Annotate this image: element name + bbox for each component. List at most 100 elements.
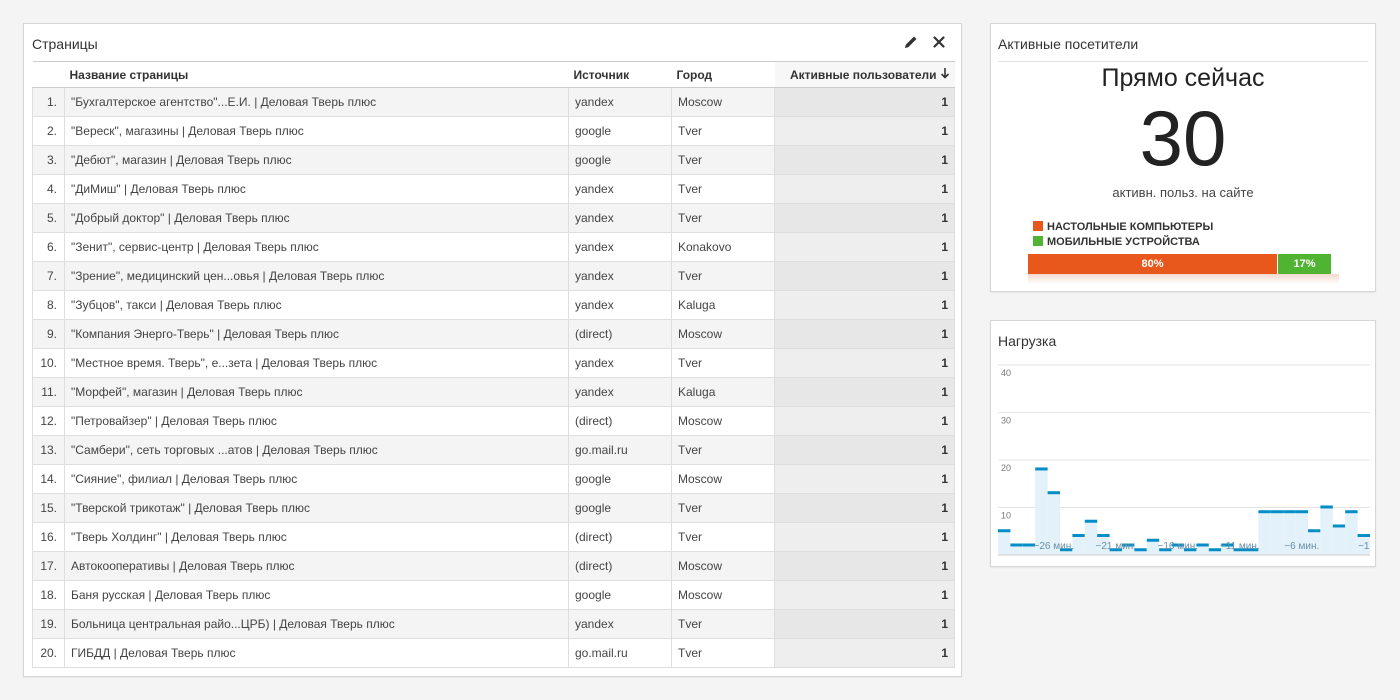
column-header-city[interactable]: Город [671,61,775,88]
page-name-cell[interactable]: Баня русская | Деловая Тверь плюс [64,580,569,610]
table-row[interactable]: 9. "Компания Энерго-Тверь" | Деловая Твер… [32,319,955,349]
legend-item-desktop: НАСТОЛЬНЫЕ КОМПЬЮТЕРЫ [1033,221,1213,233]
source-cell: google [568,493,672,523]
table-row[interactable]: 18. Баня русская | Деловая Тверь плюс goog… [32,580,955,610]
pages-panel-title: Страницы [32,36,98,52]
table-row[interactable]: 14. "Сияние", филиал | Деловая Тверь плюс… [32,464,955,494]
active-users-cell: 1 [774,145,955,175]
source-cell: go.mail.ru [568,435,672,465]
active-users-cell: 1 [774,580,955,610]
column-header-users[interactable]: Активные пользователи [774,61,955,88]
column-header-page[interactable]: Название страницы [64,61,569,88]
city-cell: Tver [671,174,775,204]
table-row[interactable]: 4. "ДиМиш" | Деловая Тверь плюс yandex Tver… [32,174,955,204]
load-bar-cap [1357,533,1370,537]
load-bar-cap [1134,548,1147,552]
close-icon[interactable] [931,34,949,52]
page-name-cell[interactable]: "Бухгалтерское агентство"...Е.И. | Делов… [64,87,569,117]
row-index: 6. [32,232,65,262]
table-row[interactable]: 15. "Тверской трикотаж" | Деловая Тверь п… [32,493,955,523]
table-row[interactable]: 11. "Морфей", магазин | Деловая Тверь плю… [32,377,955,407]
active-users-subtitle: активн. польз. на сайте [1112,185,1254,200]
device-bar-reflection [1028,274,1339,284]
page-name-cell[interactable]: "Добрый доктор" | Деловая Тверь плюс [64,203,569,233]
city-cell: Kaluga [671,377,775,407]
page-name-cell[interactable]: "Петровайзер" | Деловая Тверь плюс [64,406,569,436]
load-title: Нагрузка [998,333,1057,349]
table-row[interactable]: 13. "Самбери", сеть торговых ...атов | Де… [32,435,955,465]
active-users-cell: 1 [774,522,955,552]
city-cell: Tver [671,116,775,146]
active-users-cell: 1 [774,87,955,117]
table-row[interactable]: 6. "Зенит", сервис-центр | Деловая Тверь … [32,232,955,262]
load-bar-cap [1308,529,1321,533]
row-index: 9. [32,319,65,349]
active-users-count: 30 [1139,94,1227,182]
table-row[interactable]: 2. "Вереск", магазины | Деловая Тверь плю… [32,116,955,146]
active-users-cell: 1 [774,609,955,639]
table-row[interactable]: 16. "Тверь Холдинг" | Деловая Тверь плюс(… [32,522,955,552]
source-cell: yandex [568,609,672,639]
active-users-cell: 1 [774,203,955,233]
page-name-cell[interactable]: "Зенит", сервис-центр | Деловая Тверь пл… [64,232,569,262]
table-row[interactable]: 10. "Местное время. Тверь", е...зета | Де… [32,348,955,378]
pages-panel: Страницы Название страницы Источник Горо… [23,23,962,677]
page-name-cell[interactable]: "Тверь Холдинг" | Деловая Тверь плюс [64,522,569,552]
page-name-cell[interactable]: Больница центральная райо...ЦРБ) | Делов… [64,609,569,639]
page-name-cell[interactable]: "Зрение", медицинский цен...овья | Делов… [64,261,569,291]
source-cell: (direct) [568,406,672,436]
city-cell: Tver [671,261,775,291]
load-bar-cap [1196,543,1209,547]
row-index: 8. [32,290,65,320]
page-name-cell[interactable]: "Местное время. Тверь", е...зета | Делов… [64,348,569,378]
page-name-cell[interactable]: "Дебют", магазин | Деловая Тверь плюс [64,145,569,175]
source-cell: yandex [568,232,672,262]
source-cell: yandex [568,87,672,117]
legend-label-mobile: МОБИЛЬНЫЕ УСТРОЙСТВА [1047,236,1200,248]
table-row[interactable]: 17. Автокооперативы | Деловая Тверь плюс(… [32,551,955,581]
row-index: 7. [32,261,65,291]
table-row[interactable]: 19. Больница центральная райо...ЦРБ) | Де… [32,609,955,639]
page-name-cell[interactable]: "Компания Энерго-Тверь" | Деловая Тверь … [64,319,569,349]
column-header-source[interactable]: Источник [568,61,672,88]
city-cell: Kaluga [671,290,775,320]
row-index: 15. [32,493,65,523]
page-name-cell[interactable]: "Тверской трикотаж" | Деловая Тверь плюс [64,493,569,523]
legend-item-mobile: МОБИЛЬНЫЕ УСТРОЙСТВА [1033,236,1200,248]
table-row[interactable]: 20. ГИБДД | Деловая Тверь плюс go.mail.ru T… [32,638,955,668]
table-row[interactable]: 7. "Зрение", медицинский цен...овья | Дел… [32,261,955,291]
table-row[interactable]: 12. "Петровайзер" | Деловая Тверь плюс (di… [32,406,955,436]
page-name-cell[interactable]: ГИБДД | Деловая Тверь плюс [64,638,569,668]
x-tick-label: −26 мин. [1034,541,1075,552]
row-index: 14. [32,464,65,494]
load-bar [1320,507,1333,555]
row-index: 5. [32,203,65,233]
table-row[interactable]: 5. "Добрый доктор" | Деловая Тверь плюс ya… [32,203,955,233]
source-cell: yandex [568,290,672,320]
edit-icon[interactable] [903,34,921,52]
page-name-cell[interactable]: "Вереск", магазины | Деловая Тверь плюс [64,116,569,146]
page-name-cell[interactable]: "Морфей", магазин | Деловая Тверь плюс [64,377,569,407]
page-name-cell[interactable]: "Сияние", филиал | Деловая Тверь плюс [64,464,569,494]
y-tick-label: 30 [1001,415,1011,425]
divider [998,61,1368,62]
source-cell: yandex [568,348,672,378]
table-row[interactable]: 8. "Зубцов", такси | Деловая Тверь плюс ya… [32,290,955,320]
table-row[interactable]: 1. "Бухгалтерское агентство"...Е.И. | Дел… [32,87,955,117]
load-bar [1196,545,1209,555]
page-name-cell[interactable]: Автокооперативы | Деловая Тверь плюс [64,551,569,581]
source-cell: go.mail.ru [568,638,672,668]
y-tick-label: 40 [1001,368,1011,378]
column-header-index [32,61,65,88]
sort-arrow-down-icon [940,67,950,82]
city-cell: Moscow [671,406,775,436]
active-users-cell: 1 [774,638,955,668]
page-name-cell[interactable]: "Самбери", сеть торговых ...атов | Делов… [64,435,569,465]
source-cell: yandex [568,377,672,407]
page-name-cell[interactable]: "ДиМиш" | Деловая Тверь плюс [64,174,569,204]
load-chart: 10 20 30 40 −26 мин. −21 мин. −16 мин. −11 мин.… [998,364,1370,556]
row-index: 1. [32,87,65,117]
table-row[interactable]: 3. "Дебют", магазин | Деловая Тверь плюс g… [32,145,955,175]
source-cell: yandex [568,174,672,204]
page-name-cell[interactable]: "Зубцов", такси | Деловая Тверь плюс [64,290,569,320]
